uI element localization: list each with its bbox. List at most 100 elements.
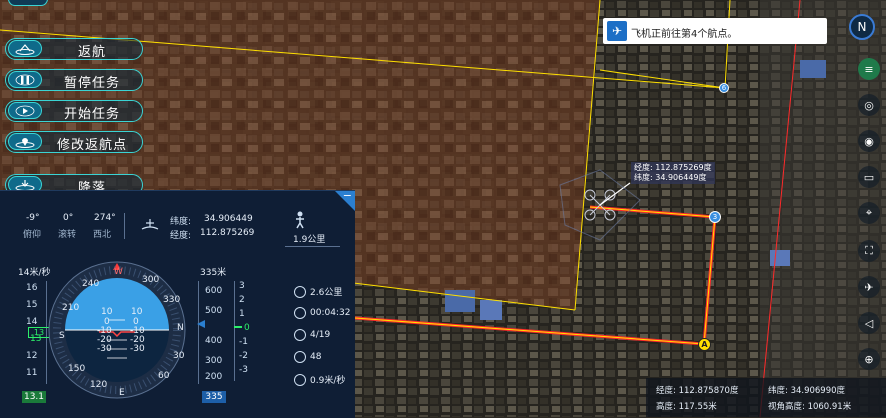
divider	[124, 213, 125, 239]
location-icon[interactable]: ⌖	[858, 202, 880, 224]
notice-text: 飞机正前往第4个航点。	[631, 29, 738, 40]
altitude-tick: 500	[205, 306, 223, 316]
map-type-icon[interactable]: ◎	[858, 94, 880, 116]
roll-value: 0°	[63, 213, 74, 223]
altitude-header: 335米	[200, 268, 227, 278]
clock-icon	[294, 307, 306, 319]
vspeed-tick: 2	[239, 295, 245, 305]
compass-label-150: 150	[68, 364, 86, 374]
location-pin-icon	[8, 133, 42, 150]
altitude-tick: 400	[205, 336, 223, 346]
vspeed-tick: -3	[239, 365, 248, 375]
speed-tick: 15	[26, 300, 38, 310]
pitch-label: 俯仰	[23, 230, 42, 240]
start-mission-button[interactable]: 开始任务	[5, 100, 143, 122]
waypoint-icon	[294, 329, 306, 341]
vspeed-current: 0	[244, 323, 250, 333]
speed-header: 14米/秒	[18, 268, 51, 278]
satellite-icon	[294, 351, 306, 363]
compass-label-s: S	[59, 331, 65, 341]
stat-flight-time: 00:04:32	[294, 307, 350, 319]
mission-notice: ✈ 飞机正前往第4个航点。	[603, 18, 827, 44]
stat-wind-speed: 0.9米/秒	[294, 373, 345, 386]
wind-speed-icon	[294, 373, 306, 386]
pause-icon	[8, 71, 42, 88]
layers-icon[interactable]: ≡	[858, 58, 880, 80]
vspeed-tick: -1	[239, 337, 248, 347]
speed-tick: 12	[26, 351, 38, 361]
measure-icon[interactable]: ▭	[858, 166, 880, 188]
map-status-bar: 经度: 112.875870度 纬度: 34.906990度 高度: 117.5…	[646, 378, 886, 417]
compass-label-30: 30	[173, 351, 185, 361]
return-home-button[interactable]: 返航	[5, 38, 143, 60]
waypoint-marker-6[interactable]: 6	[719, 83, 729, 93]
divider	[285, 246, 340, 247]
latitude-label: 纬度:	[170, 217, 192, 227]
pitch-value: -9°	[26, 213, 40, 223]
status-longitude: 经度: 112.875870度	[656, 386, 739, 396]
stat-flight-time-value: 00:04:32	[310, 308, 351, 318]
camera-icon[interactable]: ◉	[858, 130, 880, 152]
waypoint-label: 6	[721, 84, 727, 92]
minus-icon: −	[342, 189, 352, 202]
compass-label-e: E	[119, 388, 125, 398]
stat-waypoint: 4/19	[294, 329, 330, 341]
speed-readout-value: 13.1	[23, 392, 45, 402]
stat-distance-value: 2.6公里	[310, 288, 343, 298]
waypoint-marker-3[interactable]: 3	[709, 211, 721, 223]
compass-label-210: 210	[62, 303, 80, 313]
return-home-label: 返航	[77, 45, 106, 60]
satellite-track-icon[interactable]: ✈	[858, 276, 880, 298]
pause-mission-button[interactable]: 暂停任务	[5, 69, 143, 91]
vspeed-tick: 1	[239, 309, 245, 319]
altitude-tick: 200	[205, 372, 223, 382]
distance-person-icon	[293, 211, 307, 233]
stat-wind-speed-value: 0.9米/秒	[310, 376, 346, 386]
compass-label-60: 60	[158, 371, 170, 381]
compass-north-icon[interactable]: N	[849, 14, 875, 40]
home-label: A	[701, 340, 708, 349]
heading-value: 274°	[94, 213, 116, 223]
altitude-readout-value: 335	[205, 392, 223, 402]
speed-readout: 13.1	[22, 391, 46, 403]
tooltip-lat: 纬度: 34.906449度	[634, 173, 707, 182]
compass-label-330: 330	[163, 295, 181, 305]
pitch-ladder-neg30-left: -30	[97, 344, 112, 354]
status-view-height: 视角高度: 1060.91米	[768, 402, 852, 412]
stat-satellites: 48	[294, 351, 321, 363]
altitude-tick: 300	[205, 356, 223, 366]
latitude-value: 34.906449	[204, 214, 253, 224]
pitch-ladder-neg30-right: -30	[130, 344, 145, 354]
vspeed-tick: -2	[239, 351, 248, 361]
distance-icon	[294, 285, 306, 298]
longitude-label: 经度:	[170, 231, 192, 241]
top-partial-button[interactable]	[8, 0, 48, 6]
waypoint-label: 3	[712, 213, 718, 221]
pitch-ladder-10-left: 10	[101, 307, 113, 317]
pause-mission-label: 暂停任务	[63, 76, 120, 91]
airplane-icon: ✈	[607, 21, 627, 41]
compass-label-240: 240	[82, 279, 100, 289]
altitude-readout: 335	[202, 391, 226, 403]
speaker-icon[interactable]: ◁	[858, 312, 880, 334]
compass-label-120: 120	[90, 380, 108, 390]
vspeed-indicator	[234, 326, 242, 328]
speed-tick: 16	[26, 283, 38, 293]
tooltip-lng: 经度: 112.875269度	[634, 163, 712, 172]
compass-label-300: 300	[142, 275, 160, 285]
stat-satellites-value: 48	[310, 352, 322, 362]
collapse-panel-button[interactable]: −	[335, 191, 355, 211]
speed-indicator-value: 13	[33, 328, 45, 337]
speed-tick: 14	[26, 317, 38, 327]
modify-home-point-label: 修改返航点	[56, 138, 127, 153]
home-point-marker[interactable]: A	[698, 338, 711, 351]
heading-label: 西北	[93, 230, 112, 240]
stat-distance: 2.6公里	[294, 285, 342, 298]
fullscreen-icon[interactable]: ⛶	[858, 240, 880, 262]
longitude-value: 112.875269	[200, 228, 255, 238]
globe-icon[interactable]: ⊕	[858, 348, 880, 370]
pitch-ladder-10-right: 10	[131, 307, 143, 317]
modify-home-point-button[interactable]: 修改返航点	[5, 131, 143, 153]
speed-tick: 11	[26, 368, 38, 378]
roll-label: 滚转	[58, 230, 77, 240]
